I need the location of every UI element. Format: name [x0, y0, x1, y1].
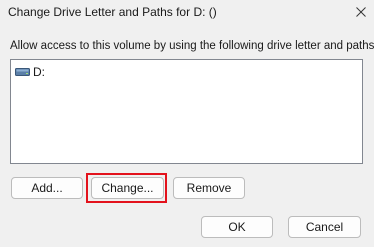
- change-drive-letter-dialog: Change Drive Letter and Paths for D: () …: [0, 0, 374, 247]
- drive-icon: [15, 67, 30, 77]
- dialog-title: Change Drive Letter and Paths for D: (): [8, 5, 217, 19]
- ok-button[interactable]: OK: [201, 216, 273, 238]
- list-item[interactable]: D:: [15, 65, 45, 79]
- instruction-label: Allow access to this volume by using the…: [10, 40, 374, 52]
- remove-button[interactable]: Remove: [173, 177, 245, 199]
- drive-paths-list[interactable]: D:: [10, 59, 363, 164]
- change-button[interactable]: Change...: [91, 177, 164, 199]
- close-button[interactable]: [348, 0, 374, 24]
- add-button[interactable]: Add...: [11, 177, 83, 199]
- close-icon: [356, 7, 366, 17]
- list-item-label: D:: [33, 65, 45, 79]
- cancel-button[interactable]: Cancel: [288, 216, 361, 238]
